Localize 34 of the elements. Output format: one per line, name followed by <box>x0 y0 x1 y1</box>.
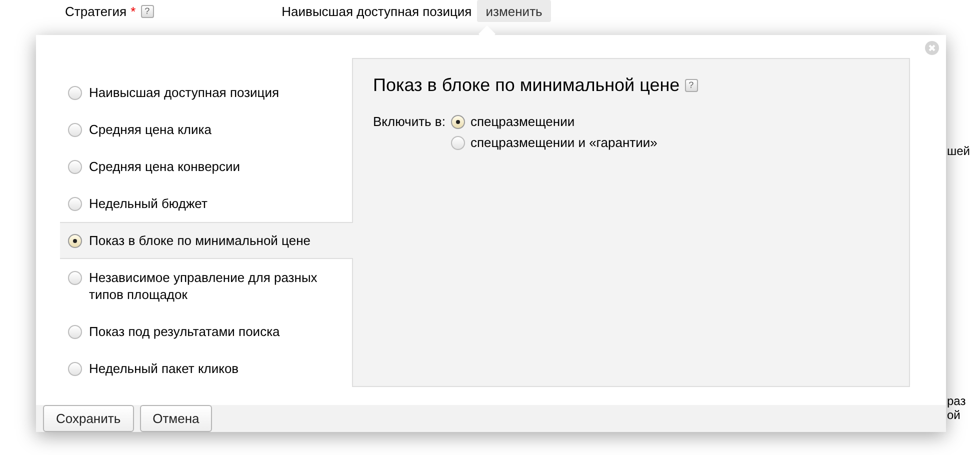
strategy-option[interactable]: Показ в блоке по минимальной цене <box>60 222 353 259</box>
strategy-option[interactable]: Недельный бюджет <box>60 185 353 222</box>
placement-option[interactable]: спецразмещении и «гарантии» <box>451 135 658 150</box>
background-text: ой <box>947 408 960 422</box>
radio-button[interactable] <box>68 234 82 248</box>
strategy-option[interactable]: Наивысшая доступная позиция <box>60 74 353 111</box>
radio-button[interactable] <box>68 325 82 339</box>
radio-button[interactable] <box>68 86 82 100</box>
radio-button[interactable] <box>68 123 82 137</box>
strategy-value: Наивысшая доступная позиция <box>282 4 472 18</box>
radio-button[interactable] <box>68 197 82 211</box>
help-icon[interactable]: ? <box>140 4 154 18</box>
panel-title: Показ в блоке по минимальной цене <box>373 75 680 96</box>
background-text: шей <box>947 144 970 158</box>
radio-button[interactable] <box>68 160 82 174</box>
strategy-option[interactable]: Средняя цена конверсии <box>60 148 353 185</box>
radio-button[interactable] <box>451 136 466 150</box>
required-mark: * <box>130 4 136 18</box>
change-button[interactable]: изменить <box>476 0 552 22</box>
strategy-option[interactable]: Показ под результатами поиска <box>60 313 353 350</box>
placement-option[interactable]: спецразмещении <box>451 114 658 129</box>
background-text: раз <box>947 394 966 408</box>
cancel-button[interactable]: Отмена <box>140 405 212 432</box>
strategy-option[interactable]: Независимое управление для разных типов площадок <box>60 259 353 313</box>
strategy-option[interactable]: Средняя цена клика <box>60 111 353 148</box>
radio-button[interactable] <box>68 271 82 285</box>
save-button[interactable]: Сохранить <box>43 405 134 432</box>
field-label: Стратегия <box>65 4 127 18</box>
include-label: Включить в: <box>373 114 446 131</box>
strategy-option[interactable]: Недельный пакет кликов <box>60 350 353 387</box>
radio-button[interactable] <box>68 362 82 376</box>
help-icon[interactable]: ? <box>684 79 698 92</box>
close-icon[interactable] <box>925 41 939 55</box>
radio-button[interactable] <box>451 115 466 129</box>
